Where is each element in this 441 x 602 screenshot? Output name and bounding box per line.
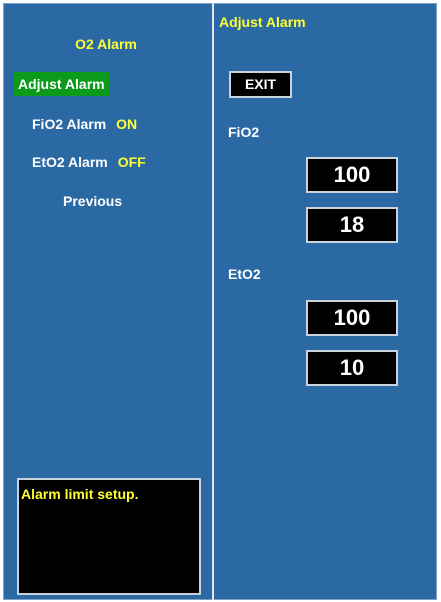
eto2-alarm-menu-item[interactable]: EtO2 Alarm OFF	[32, 150, 146, 174]
fio2-alarm-menu-item[interactable]: FiO2 Alarm ON	[32, 112, 137, 136]
adjust-alarm-menu-item[interactable]: Adjust Alarm	[14, 72, 109, 96]
fio2-alarm-label: FiO2 Alarm	[32, 116, 107, 132]
eto2-high-limit[interactable]: 100	[306, 300, 398, 336]
eto2-alarm-state: OFF	[117, 154, 146, 170]
eto2-alarm-label: EtO2 Alarm	[32, 154, 108, 170]
fio2-alarm-state: ON	[116, 116, 138, 132]
exit-button[interactable]: EXIT	[229, 71, 292, 98]
fio2-high-limit[interactable]: 100	[306, 157, 398, 193]
previous-label: Previous	[63, 193, 123, 209]
previous-menu-item[interactable]: Previous	[63, 189, 122, 213]
adjust-alarm-title: Adjust Alarm	[219, 14, 306, 30]
eto2-section-label: EtO2	[228, 266, 261, 282]
adjust-alarm-label: Adjust Alarm	[18, 76, 105, 92]
help-message-box: Alarm limit setup.	[17, 478, 201, 595]
fio2-low-limit[interactable]: 18	[306, 207, 398, 243]
panel-divider	[212, 3, 214, 600]
eto2-low-limit[interactable]: 10	[306, 350, 398, 386]
menu-title: O2 Alarm	[75, 36, 137, 52]
help-message: Alarm limit setup.	[21, 486, 139, 502]
fio2-section-label: FiO2	[228, 124, 260, 140]
